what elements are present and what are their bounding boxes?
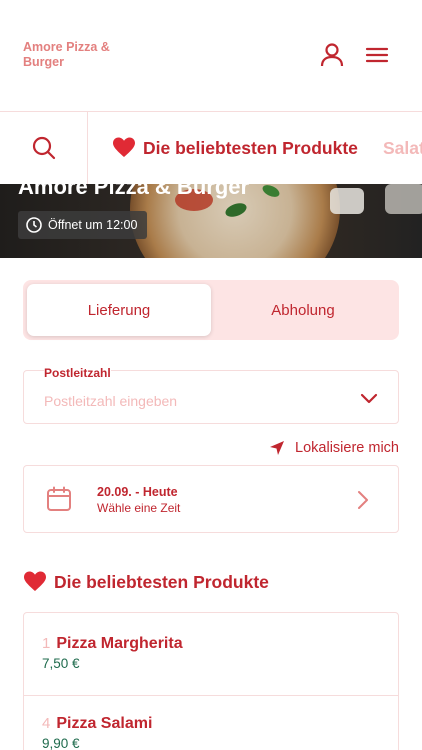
product-name: Pizza Margherita	[56, 635, 183, 652]
product-name: Pizza Salami	[56, 715, 153, 732]
popular-section-title: Die beliebtesten Produkte	[23, 570, 269, 594]
list-item[interactable]: 4 Pizza Salami 9,90 €	[42, 715, 152, 750]
category-tab-salat[interactable]: Salat	[383, 138, 422, 159]
popular-title-text: Die beliebtesten Produkte	[54, 571, 269, 592]
category-tab-popular[interactable]: Die beliebtesten Produkte	[143, 138, 358, 159]
hamburger-menu-icon[interactable]	[364, 42, 390, 68]
delivery-option[interactable]: Lieferung	[27, 284, 211, 336]
clock-icon	[26, 217, 42, 233]
opening-hours-badge: Öffnet um 12:00	[18, 211, 148, 239]
date-picker-card[interactable]: 20.09. - Heute Wähle eine Zeit	[23, 465, 399, 533]
postal-code-label: Postleitzahl	[44, 366, 111, 380]
user-icon[interactable]	[319, 42, 345, 68]
hero-banner: Amore Pizza & Burger Öffnet um 12:00	[0, 184, 422, 258]
choose-time-label: Wähle eine Zeit	[97, 501, 181, 515]
product-number: 1	[42, 635, 51, 652]
brand-name[interactable]: Amore Pizza & Burger	[23, 40, 143, 70]
postal-code-field[interactable]: Postleitzahl Postleitzahl eingeben	[23, 366, 399, 424]
calendar-icon	[47, 486, 71, 511]
search-icon	[32, 136, 55, 160]
app-header: Amore Pizza & Burger	[0, 0, 422, 112]
selected-date: 20.09. - Heute	[97, 485, 178, 499]
product-price: 7,50 €	[42, 656, 80, 671]
product-list: 1 Pizza Margherita 7,50 € 4 Pizza Salami 9…	[23, 612, 399, 750]
opening-hours-text: Öffnet um 12:00	[48, 218, 138, 232]
cup-decoration	[330, 188, 364, 214]
product-price: 9,90 €	[42, 736, 80, 750]
list-item[interactable]: 1 Pizza Margherita 7,50 €	[42, 635, 183, 671]
locate-me-label: Lokalisiere mich	[295, 440, 399, 456]
postal-code-input[interactable]: Postleitzahl eingeben	[44, 393, 177, 409]
divider	[24, 695, 398, 696]
location-arrow-icon	[270, 441, 285, 455]
product-number: 4	[42, 715, 51, 732]
heart-icon	[112, 136, 136, 160]
heart-icon	[24, 571, 46, 591]
pickup-option[interactable]: Abholung	[211, 284, 395, 336]
restaurant-title: Amore Pizza & Burger	[18, 184, 250, 199]
locate-me-button[interactable]: Lokalisiere mich	[269, 440, 399, 456]
chevron-right-icon[interactable]	[356, 490, 370, 510]
category-bar: Die beliebtesten Produkte Salat	[0, 112, 422, 184]
delivery-mode-toggle: Lieferung Abholung	[23, 280, 399, 340]
search-button[interactable]	[0, 112, 88, 184]
chevron-down-icon[interactable]	[360, 389, 378, 407]
cup-decoration	[385, 184, 422, 214]
